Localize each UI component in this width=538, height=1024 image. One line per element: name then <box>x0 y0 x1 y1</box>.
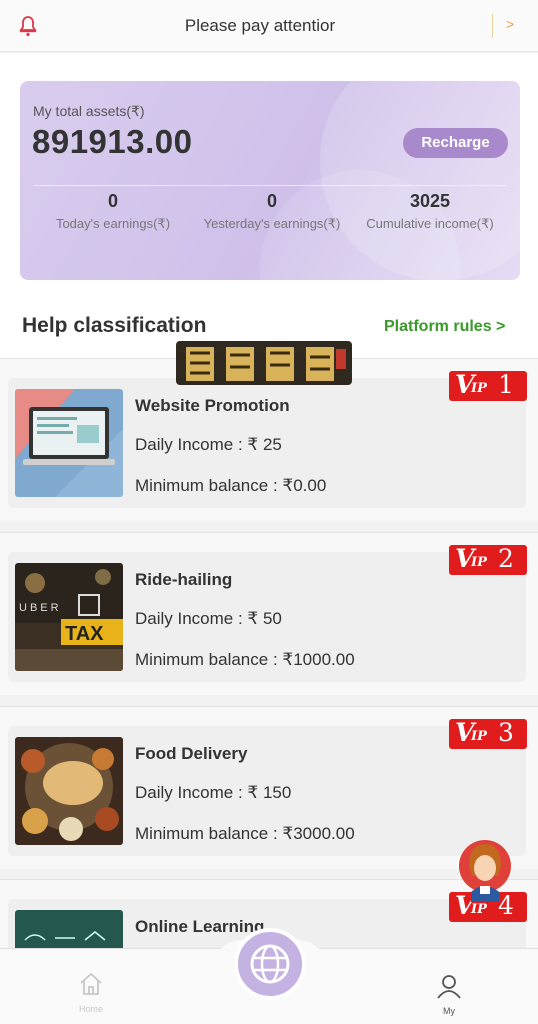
vip-level: 2 <box>498 544 514 573</box>
task-title: Food Delivery <box>135 744 248 763</box>
task-minimum-balance: Minimum balance : ₹1000.00 <box>135 650 355 669</box>
stat-cumulative: 3025 Cumulative income(₹) <box>355 191 505 232</box>
nav-my[interactable]: My <box>424 973 474 1016</box>
ride-hailing-image: UBER TAX <box>15 563 123 671</box>
task-daily-income: Daily Income : ₹ 25 <box>135 435 282 454</box>
platform-rules-link[interactable]: Platform rules > <box>384 318 505 336</box>
nav-home[interactable]: Home <box>66 971 116 1014</box>
stat-yesterday: 0 Yesterday's earnings(₹) <box>192 191 352 232</box>
taxi-text: TAX <box>65 623 104 645</box>
vip-badge-ip: IP <box>471 729 487 744</box>
vip-badge: V IP 1 <box>449 370 527 401</box>
user-icon <box>437 975 461 999</box>
nav-home-label: Home <box>78 1004 103 1014</box>
stat-today-value: 0 <box>107 191 118 211</box>
stat-today-label: Today's earnings(₹) <box>55 216 171 231</box>
task-minimum-balance: Minimum balance : ₹0.00 <box>135 476 327 495</box>
vip-badge: V IP 2 <box>449 544 527 575</box>
task-minimum-balance: Minimum balance : ₹3000.00 <box>135 824 355 843</box>
total-assets-label: My total assets(₹) <box>33 103 145 119</box>
vip-badge-ip: IP <box>471 555 487 570</box>
notice-message: Please pay attentior <box>184 16 336 35</box>
vip-badge-ip: IP <box>471 902 487 917</box>
stat-yesterday-value: 0 <box>266 191 277 211</box>
assets-card: My total assets(₹) 891913.00 Recharge 0 … <box>20 81 520 280</box>
task-daily-income: Daily Income : ₹ 50 <box>135 609 282 628</box>
customer-service-avatar[interactable] <box>459 836 511 902</box>
task-card-food-delivery[interactable]: Food Delivery Daily Income : ₹ 150 Minim… <box>0 706 538 869</box>
notice-more-button[interactable]: > <box>506 16 514 32</box>
notice-bar[interactable]: Please pay attentior > <box>0 0 538 52</box>
globe-icon <box>250 944 290 984</box>
vip-badge-ip: IP <box>471 381 487 396</box>
recharge-button[interactable]: Recharge <box>403 128 508 158</box>
stat-today: 0 Today's earnings(₹) <box>38 191 188 232</box>
task-title: Website Promotion <box>135 396 290 415</box>
assets-divider <box>34 185 506 186</box>
task-title: Ride-hailing <box>135 570 233 589</box>
stat-cumulative-value: 3025 <box>409 191 451 211</box>
website-promotion-image <box>15 389 123 497</box>
nav-center-button[interactable] <box>234 928 306 1000</box>
stat-cumulative-label: Cumulative income(₹) <box>366 216 494 231</box>
food-delivery-image <box>15 737 123 845</box>
bell-icon <box>19 16 37 37</box>
task-daily-income: Daily Income : ₹ 150 <box>135 783 292 802</box>
vip-level: 1 <box>498 370 514 399</box>
notice-divider <box>492 14 493 38</box>
stat-yesterday-label: Yesterday's earnings(₹) <box>203 216 341 231</box>
vip-badge: V IP 3 <box>449 718 527 749</box>
vip-level: 3 <box>498 718 514 747</box>
uber-text: UBER <box>19 602 62 614</box>
nav-my-label: My <box>443 1006 455 1016</box>
task-card-ride-hailing[interactable]: UBER TAX Ride-hailing Daily Income : ₹ 5… <box>0 532 538 695</box>
watermark-logo <box>176 341 352 385</box>
total-assets-value: 891913.00 <box>32 123 193 160</box>
home-icon <box>80 972 102 995</box>
